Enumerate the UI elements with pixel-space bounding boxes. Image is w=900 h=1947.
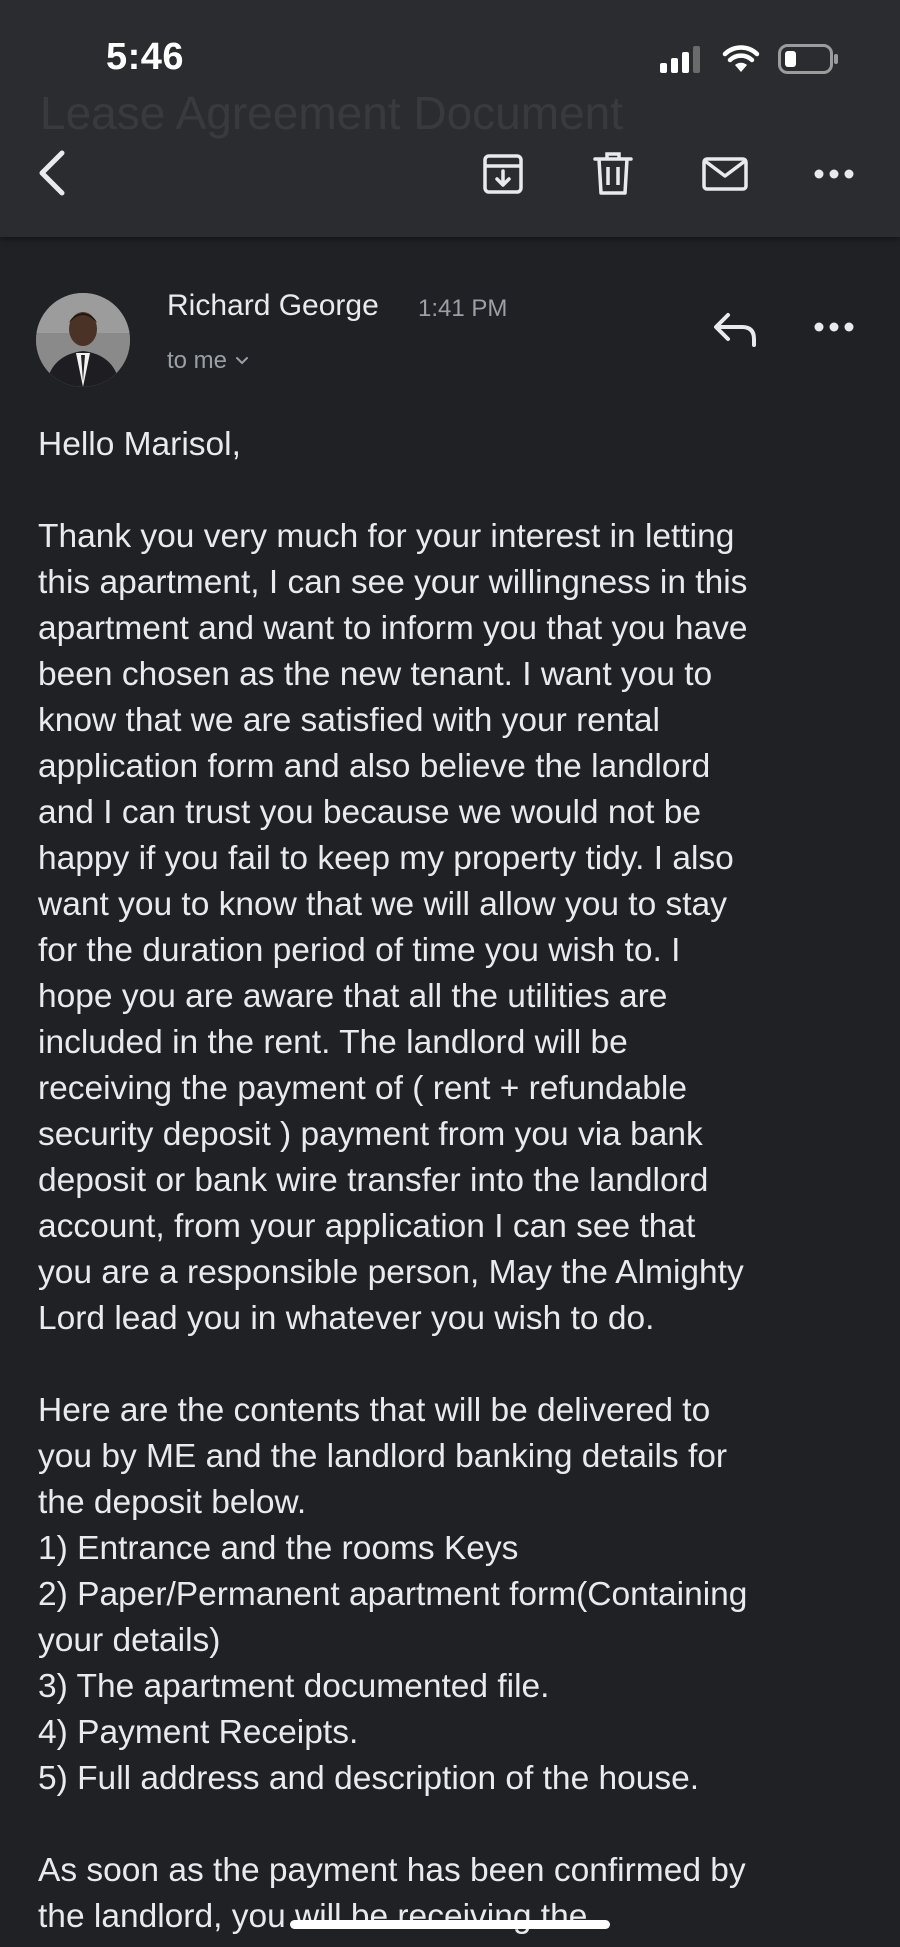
more-icon (814, 322, 854, 332)
body-line: 2) Paper/Permanent apartment form(Contai… (38, 1576, 748, 1613)
greeting: Hello Marisol, (38, 426, 241, 463)
body-line: the landlord, you will be receiving the (38, 1898, 588, 1935)
chevron-down-icon (236, 357, 249, 365)
paragraph-contents-list: Here are the contents that will be deliv… (38, 1388, 868, 1802)
body-line: Lord lead you in whatever you wish to do… (38, 1300, 655, 1337)
back-button[interactable] (30, 145, 74, 201)
body-line: Here are the contents that will be deliv… (38, 1392, 711, 1429)
body-line: deposit or bank wire transfer into the l… (38, 1162, 709, 1199)
body-line: 3) The apartment documented file. (38, 1668, 550, 1705)
archive-icon (483, 154, 523, 194)
body-line: account, from your application I can see… (38, 1208, 696, 1245)
message-header: Richard George 1:41 PM to me (0, 287, 900, 387)
body-line: receiving the payment of ( rent + refund… (38, 1070, 687, 1107)
body-line: application form and also believe the la… (38, 748, 711, 785)
recipient-details-toggle[interactable]: to me (167, 347, 249, 375)
body-line: 1) Entrance and the rooms Keys (38, 1530, 519, 1567)
archive-button[interactable] (477, 148, 529, 200)
body-line: Thank you very much for your interest in… (38, 518, 735, 555)
body-line: you by ME and the landlord banking detai… (38, 1438, 728, 1475)
body-line: you are a responsible person, May the Al… (38, 1254, 744, 1291)
body-line: hope you are aware that all the utilitie… (38, 978, 668, 1015)
paragraph-intro: Thank you very much for your interest in… (38, 514, 868, 1342)
avatar-photo (36, 293, 130, 387)
body-line: this apartment, I can see your willingne… (38, 564, 748, 601)
top-app-bar: 5:46 Lease Agreement Document (0, 0, 900, 237)
body-line: included in the rent. The landlord will … (38, 1024, 628, 1061)
message-body: Hello Marisol, Thank you very much for y… (38, 422, 868, 1940)
body-line: As soon as the payment has been confirme… (38, 1852, 746, 1889)
more-options-button[interactable] (808, 148, 860, 200)
ghost-subject-title: Lease Agreement Document (40, 87, 624, 139)
body-line: the deposit below. (38, 1484, 307, 1521)
body-line: security deposit ) payment from you via … (38, 1116, 703, 1153)
body-line: apartment and want to inform you that yo… (38, 610, 748, 647)
body-line: happy if you fail to keep my property ti… (38, 840, 734, 877)
back-icon (39, 150, 65, 196)
body-line: want you to know that we will allow you … (38, 886, 727, 923)
recipient-label: to me (167, 347, 228, 374)
delete-button[interactable] (587, 148, 639, 200)
mark-unread-button[interactable] (699, 148, 751, 200)
home-indicator[interactable] (290, 1920, 610, 1929)
body-line: 4) Payment Receipts. (38, 1714, 359, 1751)
body-line: 5) Full address and description of the h… (38, 1760, 700, 1797)
body-line: for the duration period of time you wish… (38, 932, 681, 969)
body-line: know that we are satisfied with your ren… (38, 702, 660, 739)
body-line: been chosen as the new tenant. I want yo… (38, 656, 713, 693)
battery-icon (778, 44, 838, 74)
more-icon (814, 169, 854, 179)
delete-icon (593, 152, 633, 195)
status-icons (660, 44, 840, 74)
message-more-button[interactable] (812, 305, 856, 349)
avatar[interactable] (36, 293, 130, 387)
message-time: 1:41 PM (418, 295, 508, 322)
body-line: your details) (38, 1622, 221, 1659)
reply-icon (714, 313, 756, 347)
cellular-signal-icon (660, 46, 700, 73)
mark-unread-icon (702, 157, 748, 191)
body-line: and I can trust you because we would not… (38, 794, 701, 831)
status-time: 5:46 (106, 36, 185, 78)
reply-button[interactable] (710, 307, 760, 351)
sender-name[interactable]: Richard George (167, 289, 379, 323)
wifi-icon (722, 45, 760, 72)
